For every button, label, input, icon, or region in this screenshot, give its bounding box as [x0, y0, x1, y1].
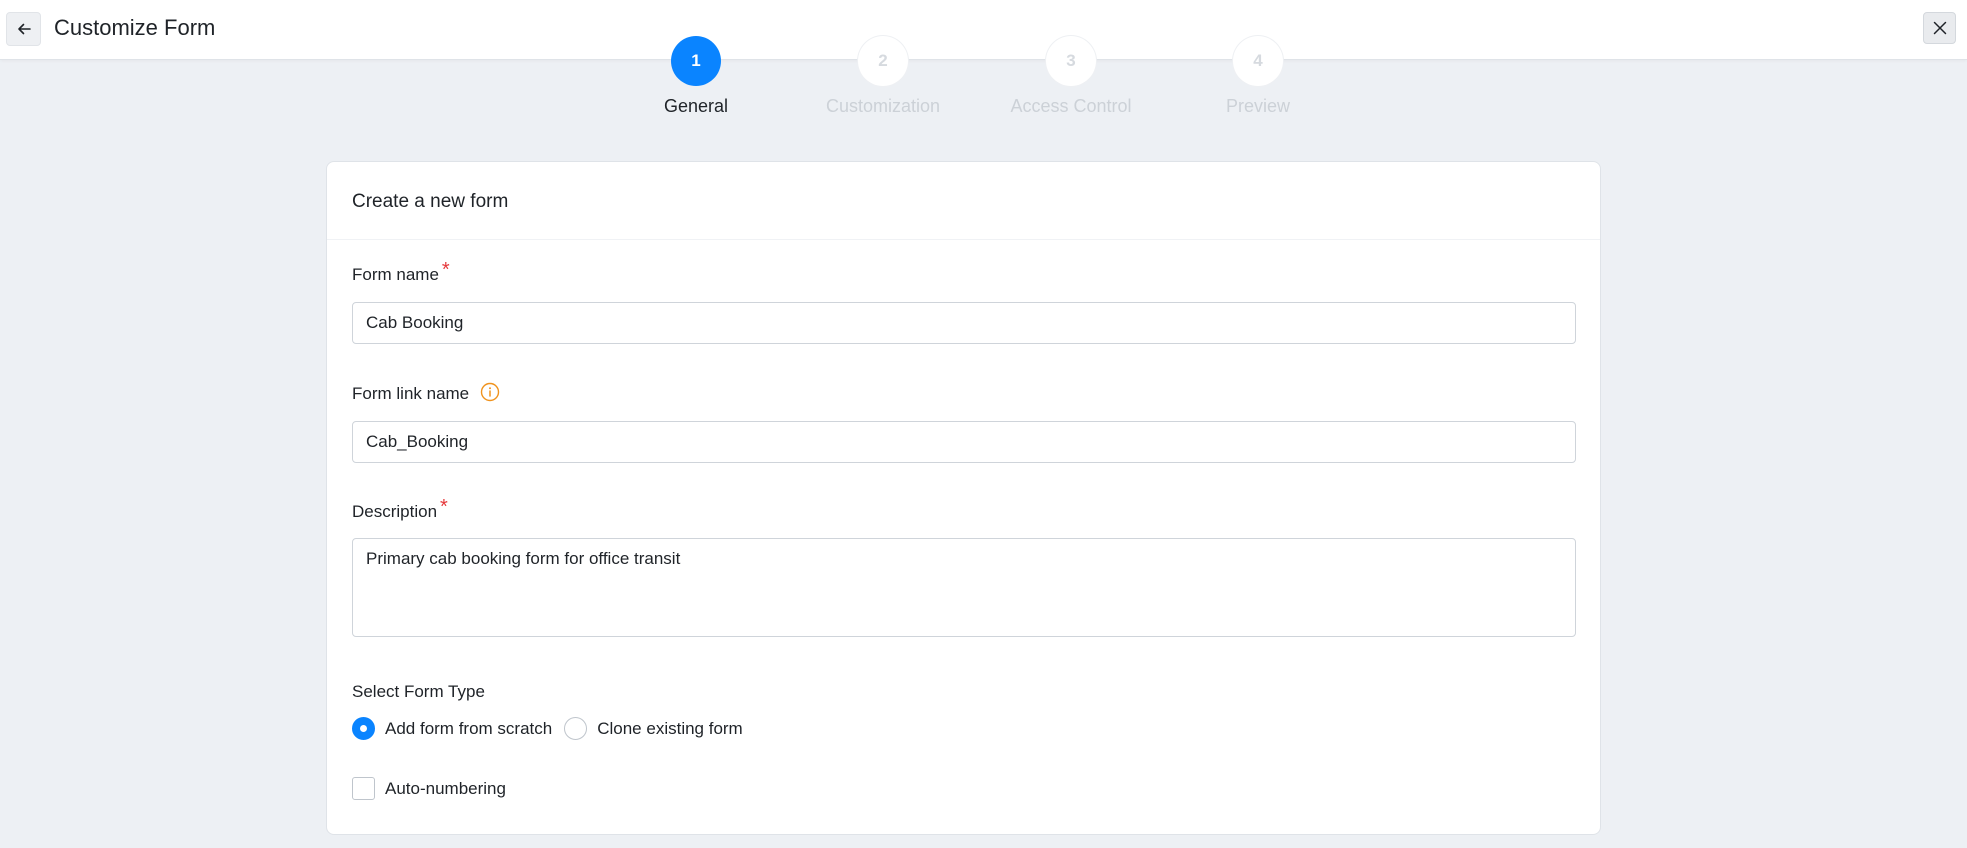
- radio-label: Add form from scratch: [385, 718, 553, 738]
- auto-numbering-label: Auto-numbering: [385, 778, 506, 798]
- step-preview[interactable]: 4 Preview: [1178, 36, 1338, 117]
- radio-clone-existing[interactable]: Clone existing form: [564, 717, 743, 740]
- step-general[interactable]: 1 General: [616, 36, 776, 117]
- radio-unchecked[interactable]: [564, 717, 588, 740]
- form-link-name-label-text: Form link name: [352, 384, 470, 403]
- description-textarea[interactable]: Primary cab booking form for office tran…: [352, 538, 1576, 637]
- required-asterisk: *: [440, 496, 448, 518]
- step-number: 3: [1046, 36, 1096, 86]
- auto-numbering-checkbox[interactable]: [352, 777, 375, 800]
- description-label: Description *: [352, 496, 448, 523]
- radio-checked[interactable]: [352, 717, 375, 740]
- stepper: 1 General 2 Customization 3 Access Contr…: [0, 0, 1967, 130]
- form-name-label-text: Form name: [352, 264, 439, 284]
- description-label-text: Description: [352, 501, 438, 521]
- form-card: Create a new form Form name * Cab Bookin…: [326, 161, 1601, 835]
- step-number: 2: [858, 36, 908, 86]
- card-heading: Create a new form: [327, 162, 1600, 240]
- step-label: Customization: [825, 96, 941, 116]
- form-type-label: Select Form Type: [352, 682, 485, 701]
- step-access-control[interactable]: 3 Access Control: [991, 36, 1151, 117]
- form-name-label: Form name *: [352, 259, 450, 286]
- step-customization[interactable]: 2 Customization: [803, 36, 963, 117]
- step-number: 1: [671, 36, 721, 86]
- info-icon[interactable]: [480, 382, 500, 402]
- form-link-name-label: Form link name: [352, 382, 500, 404]
- radio-label: Clone existing form: [597, 718, 743, 738]
- step-label: Preview: [1225, 96, 1291, 116]
- auto-numbering-checkbox-row[interactable]: Auto-numbering: [352, 777, 506, 800]
- step-label: General: [663, 96, 729, 116]
- step-label: Access Control: [1010, 96, 1132, 116]
- required-asterisk: *: [441, 259, 450, 281]
- step-number: 4: [1233, 36, 1283, 86]
- form-name-input[interactable]: Cab Booking: [352, 302, 1576, 344]
- form-type-radio-group: Add form from scratch Clone existing for…: [352, 717, 755, 740]
- radio-add-from-scratch[interactable]: Add form from scratch: [352, 717, 552, 740]
- form-link-name-input[interactable]: Cab_Booking: [352, 421, 1576, 463]
